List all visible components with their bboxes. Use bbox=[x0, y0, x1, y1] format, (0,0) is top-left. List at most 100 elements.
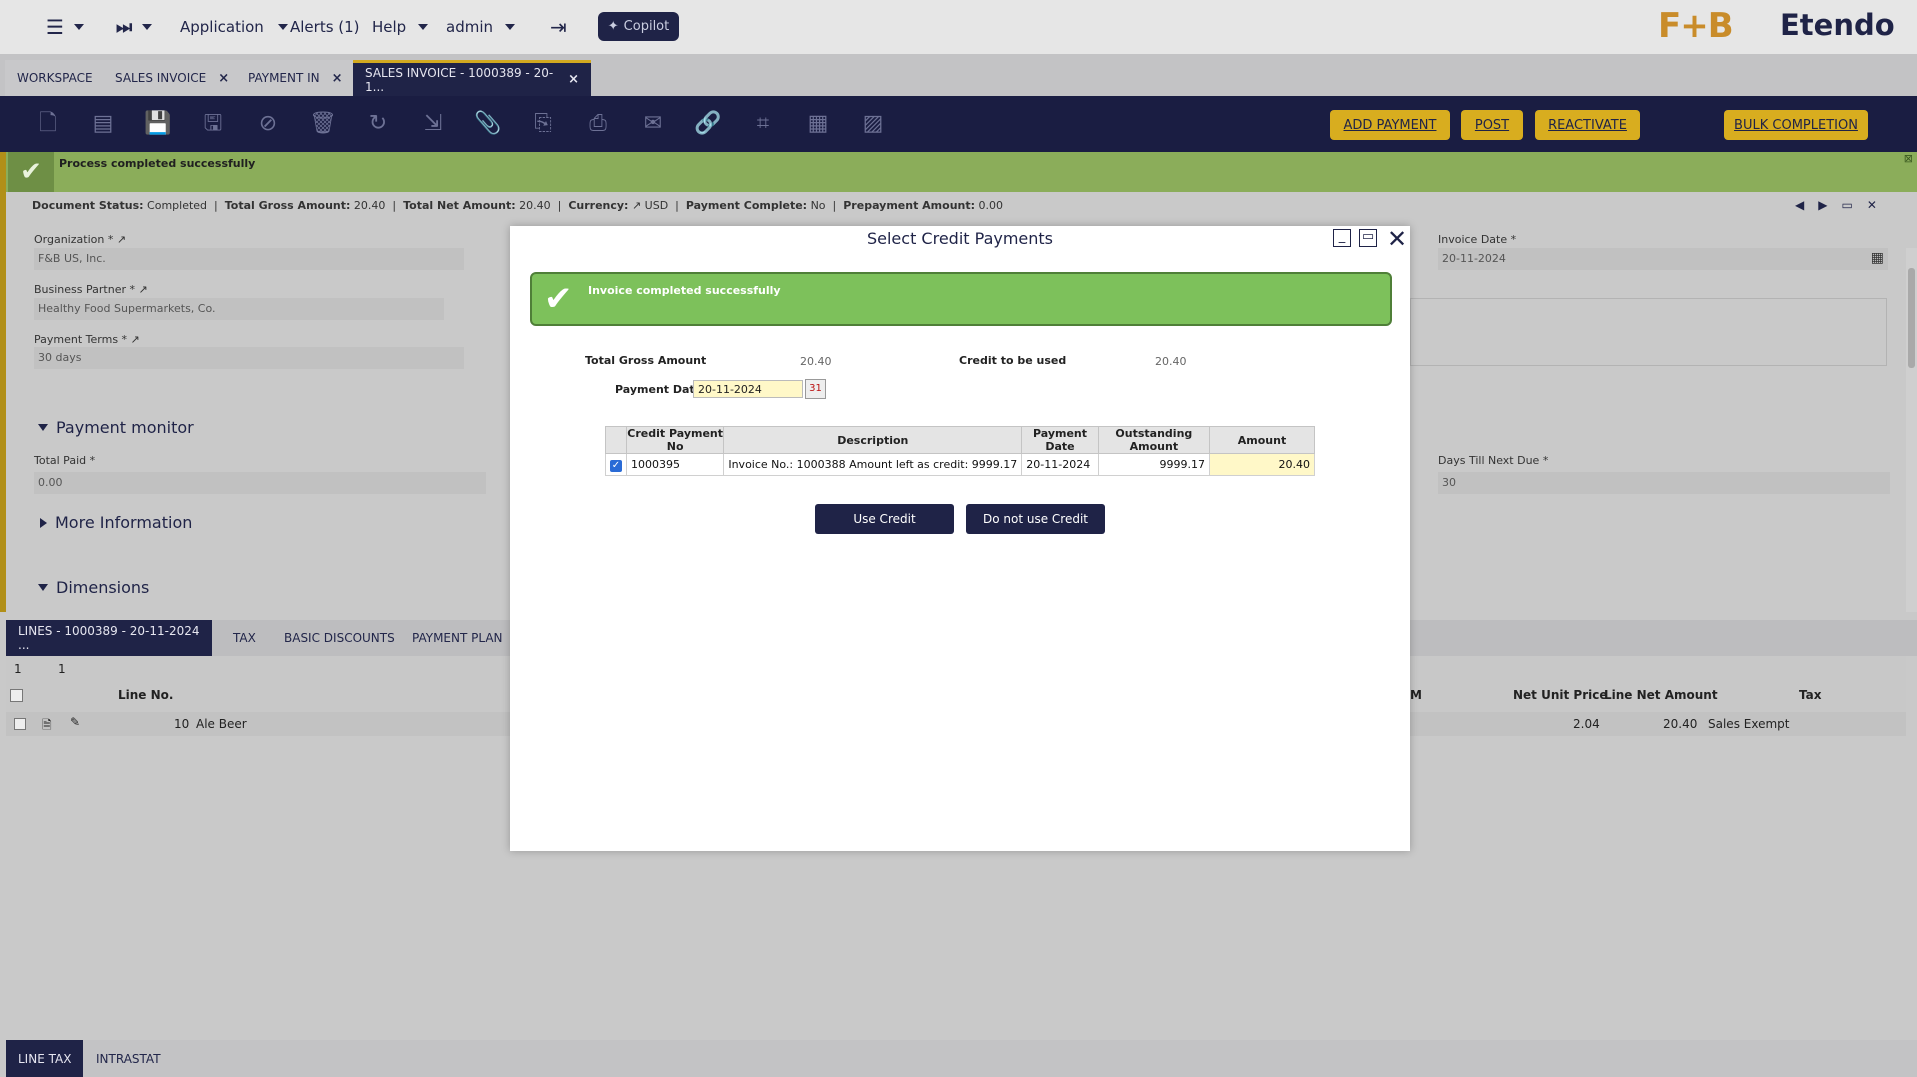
menu-help[interactable]: Help bbox=[372, 0, 429, 54]
reactivate-button[interactable]: REACTIVATE bbox=[1535, 110, 1640, 140]
col-select bbox=[605, 426, 627, 454]
cell-outstanding: 9999.17 bbox=[1097, 453, 1210, 476]
form-scrollbar[interactable] bbox=[1906, 248, 1917, 612]
scroll-thumb[interactable] bbox=[1908, 268, 1915, 368]
add-payment-button[interactable]: ADD PAYMENT bbox=[1330, 110, 1450, 140]
notes-icon[interactable]: ▨ bbox=[859, 110, 887, 138]
link-icon[interactable]: ↗ bbox=[138, 283, 147, 296]
collapse-icon bbox=[38, 424, 48, 431]
menu-alerts[interactable]: Alerts (1) bbox=[290, 0, 360, 54]
col-net-unit-price[interactable]: Net Unit Price bbox=[1513, 688, 1608, 702]
bulk-completion-button[interactable]: BULK COMPLETION bbox=[1724, 110, 1868, 140]
check-icon: ✔ bbox=[544, 279, 573, 319]
print-icon[interactable]: ⎙ bbox=[584, 110, 612, 138]
section-payment-monitor[interactable]: Payment monitor bbox=[38, 418, 194, 437]
col-description[interactable]: Description bbox=[723, 426, 1023, 454]
logout-icon[interactable]: ⇥ bbox=[550, 0, 567, 54]
link-icon[interactable]: 🔗 bbox=[694, 110, 722, 138]
post-button[interactable]: POST bbox=[1461, 110, 1523, 140]
tab-tax[interactable]: TAX bbox=[221, 620, 268, 656]
col-line-no[interactable]: Line No. bbox=[118, 688, 173, 702]
grid-view-icon[interactable]: ▦ bbox=[804, 110, 832, 138]
row-checkbox[interactable]: ✓ bbox=[605, 453, 627, 476]
email-icon[interactable]: ✉ bbox=[639, 110, 667, 138]
fb-logo: F+B bbox=[1658, 6, 1734, 46]
row-checkbox[interactable] bbox=[14, 718, 26, 730]
maximize-icon[interactable]: ▭ bbox=[1359, 229, 1377, 247]
next-icon[interactable]: ▶ bbox=[1818, 198, 1841, 212]
org-field[interactable]: F&B US, Inc. bbox=[34, 248, 464, 270]
section-more-information[interactable]: More Information bbox=[40, 513, 192, 532]
audit-icon[interactable]: ⌗ bbox=[749, 110, 777, 138]
undo-icon[interactable]: ⊘ bbox=[254, 110, 282, 138]
section-dimensions[interactable]: Dimensions bbox=[38, 578, 149, 597]
close-icon[interactable]: × bbox=[568, 72, 579, 87]
save-close-icon[interactable]: 🖫 bbox=[199, 110, 227, 138]
cell-product: Ale Beer bbox=[196, 717, 247, 731]
tab-lines[interactable]: LINES - 1000389 - 20-11-2024 ... bbox=[6, 620, 212, 656]
close-icon[interactable]: ✕ bbox=[1387, 226, 1407, 252]
total-gross-value: 20.40 bbox=[800, 355, 832, 368]
delete-icon[interactable]: 🗑 bbox=[309, 110, 337, 138]
days-field[interactable]: 30 bbox=[1438, 472, 1890, 494]
previous-icon[interactable]: ◀ bbox=[1795, 198, 1818, 212]
invoice-date-field[interactable]: 20-11-2024 ▦ bbox=[1438, 248, 1888, 270]
tab-payment-in[interactable]: PAYMENT IN × bbox=[236, 60, 355, 96]
do-not-use-credit-button[interactable]: Do not use Credit bbox=[966, 504, 1105, 534]
tab-label: LINE TAX bbox=[18, 1051, 72, 1066]
col-line-net-amount[interactable]: Line Net Amount bbox=[1604, 688, 1718, 702]
menu-user[interactable]: admin bbox=[446, 0, 515, 54]
copy-icon[interactable]: ⎘ bbox=[529, 110, 557, 138]
etendo-logo: Etendo bbox=[1780, 8, 1895, 42]
col-credit-payment-no[interactable]: Credit Payment No bbox=[625, 426, 725, 454]
edit-pencil-icon[interactable]: ✎ bbox=[70, 715, 80, 729]
attachment-icon[interactable]: 📎 bbox=[474, 110, 502, 138]
credit-payments-table: Credit Payment No Description Payment Da… bbox=[605, 426, 1316, 476]
minimize-icon[interactable]: _ bbox=[1333, 229, 1351, 247]
tab-basic-discounts[interactable]: BASIC DISCOUNTS bbox=[272, 620, 407, 656]
tab-workspace[interactable]: WORKSPACE bbox=[5, 60, 105, 96]
calendar-icon[interactable]: 31 bbox=[805, 379, 826, 399]
close-icon[interactable]: ⊠ bbox=[1904, 152, 1913, 165]
new-row-icon[interactable]: ▤ bbox=[89, 110, 117, 138]
tab-sales-invoice-record[interactable]: SALES INVOICE - 1000389 - 20-1... × bbox=[353, 60, 591, 96]
close-icon[interactable]: × bbox=[332, 71, 343, 86]
description-textarea[interactable] bbox=[1410, 298, 1887, 366]
terms-field[interactable]: 30 days bbox=[34, 347, 464, 369]
tab-line-tax[interactable]: LINE TAX bbox=[6, 1040, 84, 1077]
link-icon[interactable]: ↗ bbox=[632, 199, 641, 212]
bp-field[interactable]: Healthy Food Supermarkets, Co. bbox=[34, 298, 444, 320]
select-all-checkbox[interactable] bbox=[10, 689, 23, 702]
gross-value: 20.40 bbox=[353, 199, 386, 212]
new-document-icon[interactable]: 🗋 bbox=[34, 110, 62, 138]
refresh-icon[interactable]: ↻ bbox=[364, 110, 392, 138]
cell-amount-input[interactable]: 20.40 bbox=[1208, 453, 1316, 476]
close-icon[interactable]: × bbox=[218, 71, 229, 86]
col-tax[interactable]: Tax bbox=[1799, 688, 1821, 702]
total-paid-field[interactable]: 0.00 bbox=[34, 472, 486, 494]
calendar-icon[interactable]: ▦ bbox=[1871, 250, 1884, 266]
link-icon[interactable]: ↗ bbox=[117, 233, 126, 246]
tab-intrastat[interactable]: INTRASTAT bbox=[84, 1040, 173, 1077]
col-payment-date[interactable]: Payment Date bbox=[1021, 426, 1099, 454]
currency-value: USD bbox=[644, 199, 669, 212]
record-navigation: ◀▶▭✕ bbox=[1795, 198, 1891, 212]
tab-payment-plan[interactable]: PAYMENT PLAN bbox=[400, 620, 515, 656]
tab-sales-invoice[interactable]: SALES INVOICE × bbox=[103, 60, 242, 96]
col-outstanding-amount[interactable]: Outstanding Amount bbox=[1097, 426, 1210, 454]
use-credit-button[interactable]: Use Credit bbox=[815, 504, 954, 534]
maximize-icon[interactable]: ▭ bbox=[1841, 198, 1866, 212]
link-icon[interactable]: ↗ bbox=[131, 333, 140, 346]
export-icon[interactable]: ⇲ bbox=[419, 110, 447, 138]
menu-application[interactable]: Application bbox=[180, 0, 288, 54]
col-partial-header[interactable]: M bbox=[1410, 688, 1422, 702]
app-menu-icon[interactable]: ☰ bbox=[46, 0, 84, 54]
save-icon[interactable]: 💾 bbox=[144, 110, 172, 138]
close-icon[interactable]: ✕ bbox=[1867, 198, 1891, 212]
payment-date-input[interactable]: 20-11-2024 bbox=[693, 380, 803, 398]
document-icon[interactable]: 🗎 bbox=[42, 716, 52, 737]
quick-launch-icon[interactable]: ⏭ bbox=[116, 0, 153, 54]
table-row[interactable]: ✓ 1000395 Invoice No.: 1000388 Amount le… bbox=[605, 453, 1316, 476]
col-amount[interactable]: Amount bbox=[1208, 426, 1316, 454]
copilot-button[interactable]: ✦ Copilot bbox=[598, 12, 679, 41]
